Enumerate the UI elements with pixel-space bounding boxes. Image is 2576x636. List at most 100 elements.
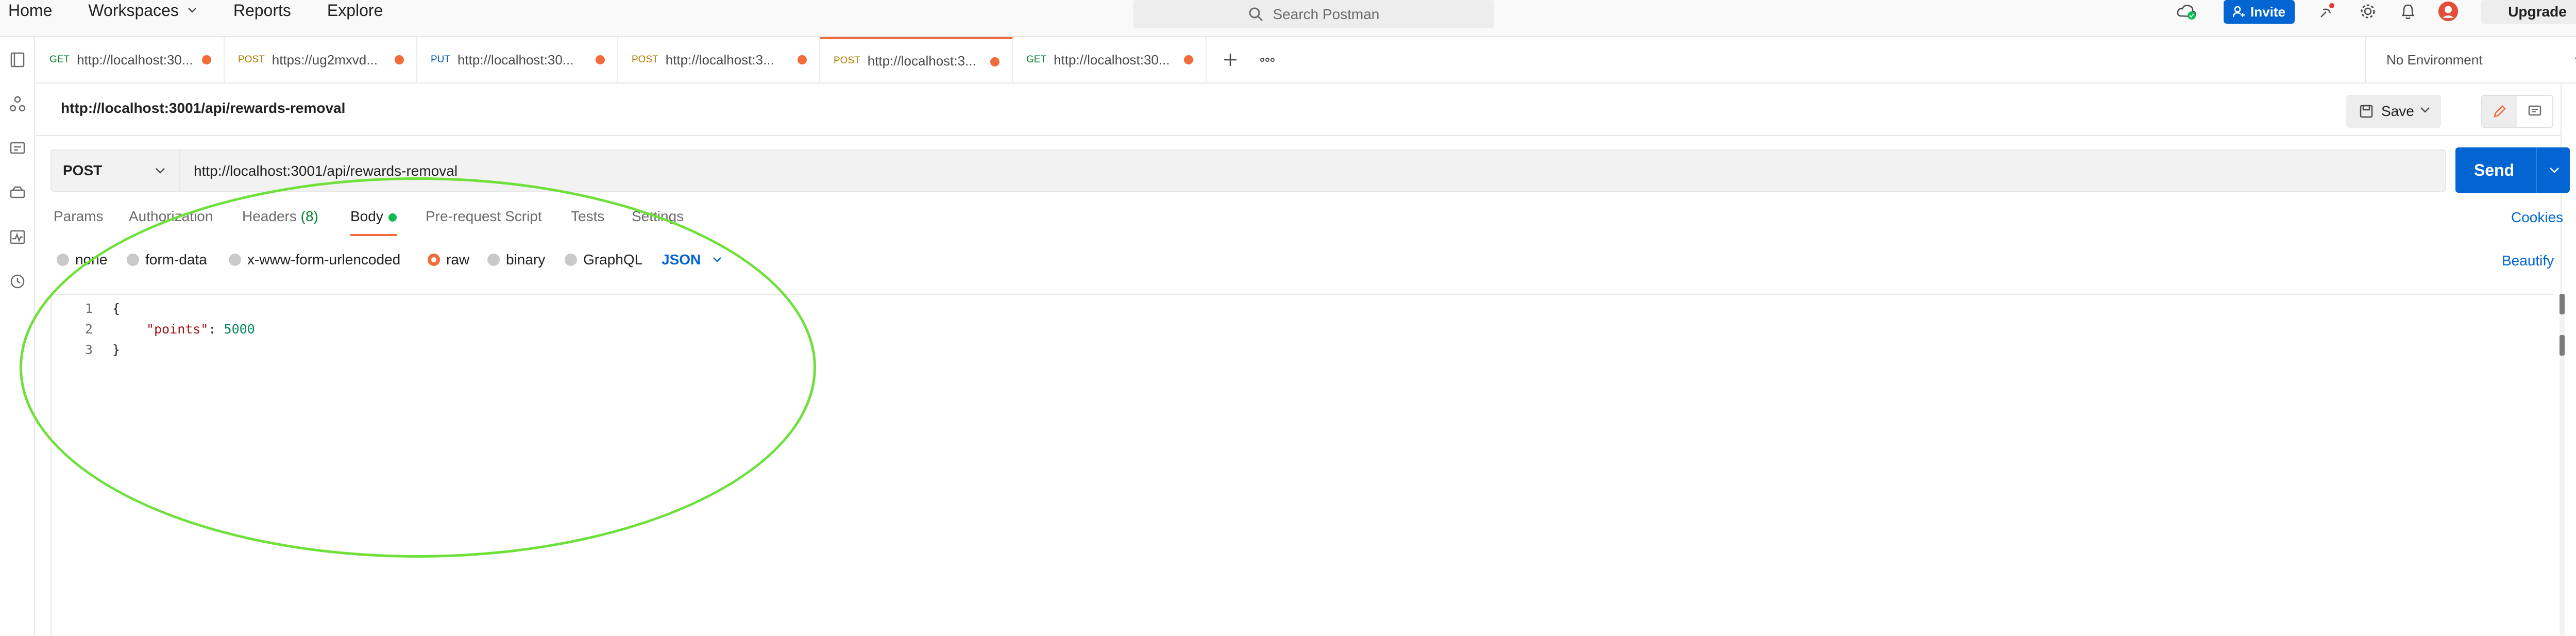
- tab-prerequest-script[interactable]: Pre-request Script: [426, 208, 542, 225]
- url-bar: POST http://localhost:3001/api/rewards-r…: [50, 149, 2446, 192]
- tab-method: POST: [238, 54, 265, 65]
- radio-graphql[interactable]: GraphQL: [565, 252, 642, 268]
- environments-icon[interactable]: [7, 138, 28, 159]
- chevron-down-icon: [2575, 57, 2576, 59]
- unsaved-dot-icon: [596, 55, 605, 64]
- scrollbar-thumb[interactable]: [2560, 294, 2565, 314]
- beautify-link[interactable]: Beautify: [2502, 253, 2554, 269]
- cookies-link[interactable]: Cookies: [2511, 209, 2563, 226]
- invite-button[interactable]: Invite: [2224, 0, 2295, 24]
- tab-request-5-active[interactable]: POST http://localhost:3...: [820, 37, 1013, 82]
- unsaved-dot-icon: [202, 55, 211, 64]
- radio-circle: [487, 254, 500, 266]
- comment-icon: [2528, 105, 2541, 116]
- mock-servers-icon[interactable]: [7, 182, 28, 203]
- bell-icon[interactable]: [2398, 1, 2418, 22]
- tab-title: http://localhost:3...: [665, 52, 774, 68]
- body-editor[interactable]: 1 2 3 { "points": 5000 }: [50, 294, 2554, 636]
- method-label: POST: [63, 162, 103, 178]
- tab-settings[interactable]: Settings: [632, 208, 684, 225]
- code-line-2: "points": 5000: [146, 322, 255, 337]
- radio-none[interactable]: none: [57, 252, 107, 268]
- tab-params[interactable]: Params: [54, 208, 103, 225]
- satellite-icon[interactable]: [2316, 1, 2337, 22]
- nav-workspaces[interactable]: Workspaces: [88, 1, 197, 20]
- tab-request-6[interactable]: GET http://localhost:30...: [1013, 37, 1207, 82]
- radio-urlencoded-label: x-www-form-urlencoded: [247, 252, 401, 267]
- environment-selector[interactable]: No Environment: [2365, 37, 2576, 82]
- radio-binary-label: binary: [506, 252, 546, 267]
- code-line-1: {: [112, 301, 121, 316]
- more-tabs-icon[interactable]: [1258, 51, 1277, 69]
- send-button[interactable]: Send: [2455, 147, 2570, 193]
- line-number: 1: [84, 301, 93, 316]
- radio-form-data[interactable]: form-data: [127, 252, 207, 268]
- comments-mode-button[interactable]: [2517, 96, 2552, 127]
- tab-request-2[interactable]: POST https://ug2mxvd...: [225, 37, 417, 82]
- format-label: JSON: [662, 252, 701, 267]
- url-input[interactable]: http://localhost:3001/api/rewards-remova…: [194, 163, 457, 179]
- radio-raw-label: raw: [446, 252, 470, 267]
- send-dropdown[interactable]: [2539, 147, 2570, 193]
- line-number: 3: [84, 342, 93, 357]
- headers-count: (8): [300, 208, 318, 224]
- scrollbar-thumb[interactable]: [2560, 335, 2565, 356]
- method-select[interactable]: POST: [52, 150, 180, 191]
- tab-title: http://localhost:30...: [77, 52, 193, 68]
- json-value: 5000: [224, 322, 255, 337]
- editor-scrollbar[interactable]: [2560, 294, 2565, 636]
- request-title[interactable]: http://localhost:3001/api/rewards-remova…: [61, 100, 345, 116]
- tab-method: GET: [1026, 54, 1047, 65]
- history-icon[interactable]: [7, 271, 28, 292]
- new-tab-plus-icon[interactable]: [1221, 51, 1240, 69]
- upgrade-button[interactable]: Upgrade: [2481, 0, 2576, 24]
- radio-none-label: none: [75, 252, 108, 267]
- tab-body[interactable]: Body: [350, 208, 397, 236]
- tab-authorization[interactable]: Authorization: [129, 208, 213, 225]
- tab-headers[interactable]: Headers (8): [242, 208, 318, 225]
- format-select[interactable]: JSON: [662, 252, 722, 268]
- avatar[interactable]: [2438, 1, 2459, 22]
- radio-urlencoded[interactable]: x-www-form-urlencoded: [229, 252, 400, 268]
- chevron-down-icon[interactable]: [2419, 106, 2431, 113]
- line-number: 2: [84, 322, 93, 337]
- tab-title: http://localhost:3...: [867, 53, 976, 69]
- tab-request-3[interactable]: PUT http://localhost:30...: [417, 37, 618, 82]
- apis-icon[interactable]: [7, 94, 28, 114]
- gear-icon[interactable]: [2358, 1, 2378, 22]
- save-label: Save: [2381, 103, 2414, 119]
- nav-explore[interactable]: Explore: [327, 1, 383, 20]
- top-bar: Home Workspaces Reports Explore Search P…: [0, 0, 2576, 37]
- save-button[interactable]: Save: [2346, 95, 2441, 128]
- monitors-icon[interactable]: [7, 227, 28, 247]
- save-icon: [2360, 105, 2373, 118]
- tab-method: POST: [632, 54, 658, 65]
- nav-home[interactable]: Home: [8, 1, 52, 20]
- unsaved-dot-icon: [395, 55, 404, 64]
- unsaved-dot-icon: [1184, 55, 1193, 64]
- tab-method: POST: [834, 55, 860, 66]
- body-indicator-dot: [388, 213, 397, 222]
- tab-request-1[interactable]: GET http://localhost:30...: [36, 37, 225, 82]
- radio-binary[interactable]: binary: [487, 252, 545, 268]
- tab-method: GET: [49, 54, 70, 65]
- unsaved-dot-icon: [990, 57, 999, 66]
- tab-request-4[interactable]: POST http://localhost:3...: [618, 37, 820, 82]
- add-user-icon: [2233, 6, 2245, 18]
- tab-body-label: Body: [350, 208, 383, 224]
- search-input[interactable]: Search Postman: [1133, 0, 1494, 28]
- chevron-down-icon: [156, 168, 165, 174]
- edit-mode-button[interactable]: [2482, 96, 2517, 127]
- nav-reports[interactable]: Reports: [233, 1, 291, 20]
- search-icon: [1249, 7, 1263, 21]
- json-separator: :: [208, 322, 224, 337]
- tab-title: http://localhost:30...: [457, 52, 574, 68]
- tab-tests[interactable]: Tests: [571, 208, 604, 225]
- radio-circle-selected: [428, 254, 440, 266]
- tab-title: http://localhost:30...: [1054, 52, 1170, 68]
- cloud-sync-icon[interactable]: [2176, 1, 2197, 22]
- pencil-icon: [2494, 105, 2506, 118]
- tab-method: PUT: [431, 54, 450, 65]
- collections-icon[interactable]: [7, 49, 28, 70]
- radio-raw[interactable]: raw: [428, 252, 469, 268]
